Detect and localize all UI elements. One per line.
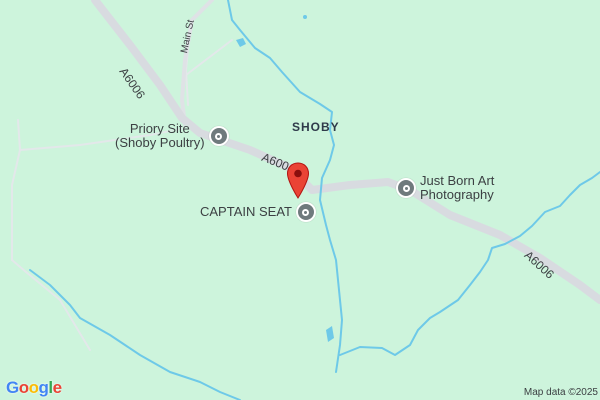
pond: [326, 326, 334, 342]
logo-letter: o: [18, 378, 29, 397]
pond: [303, 15, 307, 19]
google-logo[interactable]: Google: [6, 378, 62, 398]
poi-just-born-art[interactable]: Just Born Art Photography: [396, 174, 494, 202]
location-pin-icon: [295, 202, 316, 222]
poi-label: Priory Site (Shoby Poultry): [115, 121, 205, 150]
poi-captain-seat[interactable]: CAPTAIN SEAT: [200, 202, 316, 222]
poi-label: Just Born Art Photography: [420, 173, 495, 202]
place-label-shoby: SHOBY: [292, 120, 340, 134]
location-pin-icon: [208, 126, 229, 146]
location-pin-icon: [396, 178, 416, 198]
red-map-marker-icon[interactable]: [286, 162, 310, 200]
logo-letter: o: [28, 378, 39, 397]
logo-letter: e: [52, 378, 62, 397]
pond: [236, 38, 246, 47]
map-geometry: [11, 0, 600, 400]
track: [185, 39, 233, 76]
map-canvas[interactable]: A6006 A600 A6006 Main St SHOBY Priory Si…: [0, 0, 600, 400]
logo-letter: G: [6, 378, 19, 397]
poi-priory-site[interactable]: Priory Site (Shoby Poultry): [115, 122, 229, 150]
map-attribution[interactable]: Map data ©2025: [524, 387, 598, 398]
logo-letter: g: [38, 378, 49, 397]
poi-label: CAPTAIN SEAT: [200, 204, 292, 219]
